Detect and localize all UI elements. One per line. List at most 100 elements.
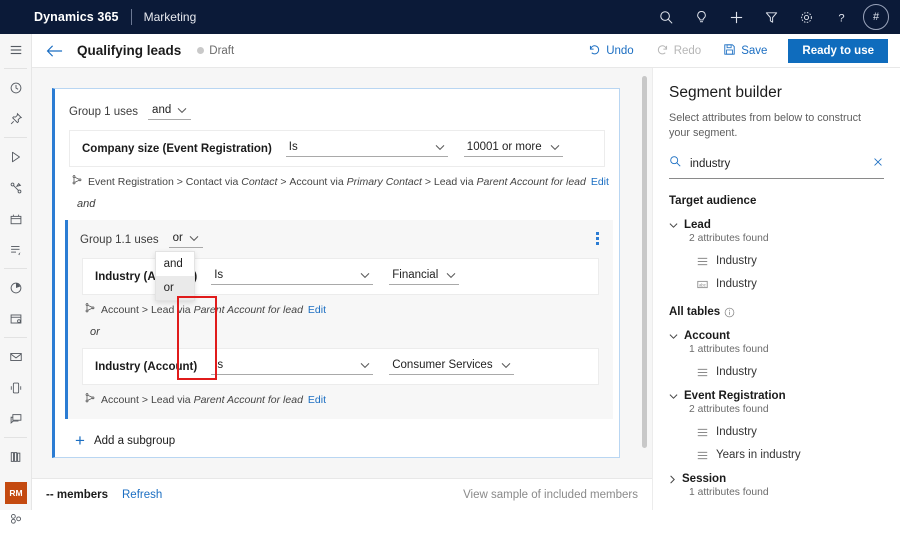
filter-icon[interactable] xyxy=(755,1,787,33)
tree-node-count: 2 attributes found xyxy=(689,233,884,244)
sidebar-item-journeys[interactable] xyxy=(0,141,32,172)
path-segment: > xyxy=(425,176,431,188)
help-icon[interactable]: ? xyxy=(825,1,857,33)
relationship-icon xyxy=(84,392,96,407)
path-segment: > xyxy=(280,176,286,188)
add-subgroup-label: Add a subgroup xyxy=(94,435,175,447)
info-icon[interactable] xyxy=(724,307,735,318)
group-1-1-operator-dropdown[interactable]: or and or xyxy=(159,231,203,248)
group-1-header: Group 1 uses and xyxy=(55,89,619,120)
target-audience-label: Target audience xyxy=(669,195,756,207)
text-icon: abc xyxy=(697,279,708,290)
sidebar-item-pinned[interactable] xyxy=(0,103,32,134)
tree-node-account[interactable]: Account xyxy=(669,330,884,342)
more-options-icon[interactable] xyxy=(596,232,599,245)
path-segment: Lead via xyxy=(434,176,474,188)
attribute-item-lead-industry-optionset[interactable]: Industry xyxy=(697,255,884,267)
attribute-item-lead-industry-text[interactable]: abc Industry xyxy=(697,278,884,290)
dropdown-option-and[interactable]: and xyxy=(156,252,194,276)
group-1-1-operator-select[interactable]: or xyxy=(169,231,203,248)
condition-operator-value: Is xyxy=(289,141,298,153)
product-name: Dynamics 365 xyxy=(34,10,119,24)
attribute-item-eventreg-industry[interactable]: Industry xyxy=(697,426,884,438)
group-1-operator-select[interactable]: and xyxy=(148,103,191,120)
tree-node-lead[interactable]: Lead xyxy=(669,219,884,231)
condition-value: Consumer Services xyxy=(392,359,492,371)
relationship-icon xyxy=(71,174,83,189)
condition-value: 10001 or more xyxy=(467,141,542,153)
chevron-down-icon xyxy=(446,272,456,279)
brand-bar-actions: ? # xyxy=(650,1,900,33)
tree-node-event-registration[interactable]: Event Registration xyxy=(669,390,884,402)
chevron-down-icon xyxy=(360,362,370,369)
condition-value-select[interactable]: Consumer Services xyxy=(389,358,513,375)
view-sample-link[interactable]: View sample of included members xyxy=(463,489,638,501)
redo-button[interactable]: Redo xyxy=(647,39,711,63)
segment-canvas: Group 1 uses and Company size (Event Reg… xyxy=(32,68,652,478)
user-avatar[interactable]: RM xyxy=(5,482,27,504)
condition-value-select[interactable]: Financial xyxy=(389,268,459,285)
attribute-item-account-industry[interactable]: Industry xyxy=(697,366,884,378)
sidebar-item-events[interactable] xyxy=(0,203,32,234)
condition-operator-value: Is xyxy=(214,269,223,281)
undo-button[interactable]: Undo xyxy=(579,39,643,63)
settings-icon[interactable] xyxy=(790,1,822,33)
path-edit-link[interactable]: Edit xyxy=(308,304,326,316)
condition-operator-select[interactable]: Is xyxy=(211,358,373,375)
condition-value-select[interactable]: 10001 or more xyxy=(464,140,563,157)
insights-icon[interactable] xyxy=(685,1,717,33)
sidebar-item-segments[interactable] xyxy=(0,503,32,534)
canvas-scrollbar[interactable] xyxy=(641,68,648,478)
condition-attribute: Company size (Event Registration) xyxy=(82,143,272,155)
ready-to-use-button[interactable]: Ready to use xyxy=(788,39,888,63)
sidebar-item-library[interactable] xyxy=(0,441,32,472)
sidebar-item-analytics[interactable] xyxy=(0,272,32,303)
search-icon xyxy=(669,155,682,173)
sidebar-item-recent[interactable] xyxy=(0,72,32,103)
tree-node-label: Session xyxy=(682,473,726,485)
condition-operator-select[interactable]: Is xyxy=(286,140,448,157)
scrollbar-thumb[interactable] xyxy=(642,76,647,448)
path-segment: Account xyxy=(101,304,139,316)
relationship-icon xyxy=(84,302,96,317)
path-edit-link[interactable]: Edit xyxy=(591,176,609,188)
path-edit-link[interactable]: Edit xyxy=(308,394,326,406)
group-1-operator-value: and xyxy=(152,104,171,116)
sidebar-item-email[interactable] xyxy=(0,341,32,372)
group-1-1-operator-value: or xyxy=(173,232,183,244)
sidebar-item-workflow[interactable] xyxy=(0,172,32,203)
back-icon[interactable] xyxy=(46,44,63,58)
save-button[interactable]: Save xyxy=(714,39,776,63)
attribute-item-eventreg-years-in-industry[interactable]: Years in industry xyxy=(697,449,884,461)
path-segment: Primary Contact xyxy=(347,176,422,188)
path-segment: Lead via xyxy=(151,394,191,406)
all-tables-label: All tables xyxy=(669,306,720,318)
undo-label: Undo xyxy=(606,45,634,57)
clear-search-icon[interactable] xyxy=(872,155,884,173)
group-1-1-label: Group 1.1 uses xyxy=(80,234,159,246)
chevron-down-icon xyxy=(360,272,370,279)
attribute-search-input[interactable]: industry xyxy=(669,155,884,179)
svg-text:abc: abc xyxy=(699,282,706,287)
path-text-1: Account > Lead via Parent Account for le… xyxy=(101,304,303,316)
avatar[interactable]: # xyxy=(860,1,892,33)
chevron-down-icon xyxy=(550,144,560,151)
sidebar-item-pages[interactable] xyxy=(0,303,32,334)
sidebar-item-forms[interactable] xyxy=(0,234,32,265)
sidebar-item-site-map[interactable] xyxy=(0,34,32,65)
attribute-label: Industry xyxy=(716,255,757,267)
dropdown-option-or[interactable]: or xyxy=(156,276,194,300)
tree-node-session[interactable]: Session xyxy=(669,473,884,485)
group-1-1-relationship-path-1: Account > Lead via Parent Account for le… xyxy=(84,302,613,317)
new-icon[interactable] xyxy=(720,1,752,33)
brand-bar: Dynamics 365 Marketing ? # xyxy=(0,0,900,34)
refresh-link[interactable]: Refresh xyxy=(122,489,162,501)
attribute-label: Years in industry xyxy=(716,449,801,461)
sidebar-item-social[interactable] xyxy=(0,403,32,434)
path-segment: Account via xyxy=(289,176,343,188)
path-segment: Contact xyxy=(241,176,277,188)
sidebar-item-mobile[interactable] xyxy=(0,372,32,403)
search-icon[interactable] xyxy=(650,1,682,33)
condition-operator-select[interactable]: Is xyxy=(211,268,373,285)
add-subgroup-button[interactable]: + Add a subgroup xyxy=(75,435,619,447)
